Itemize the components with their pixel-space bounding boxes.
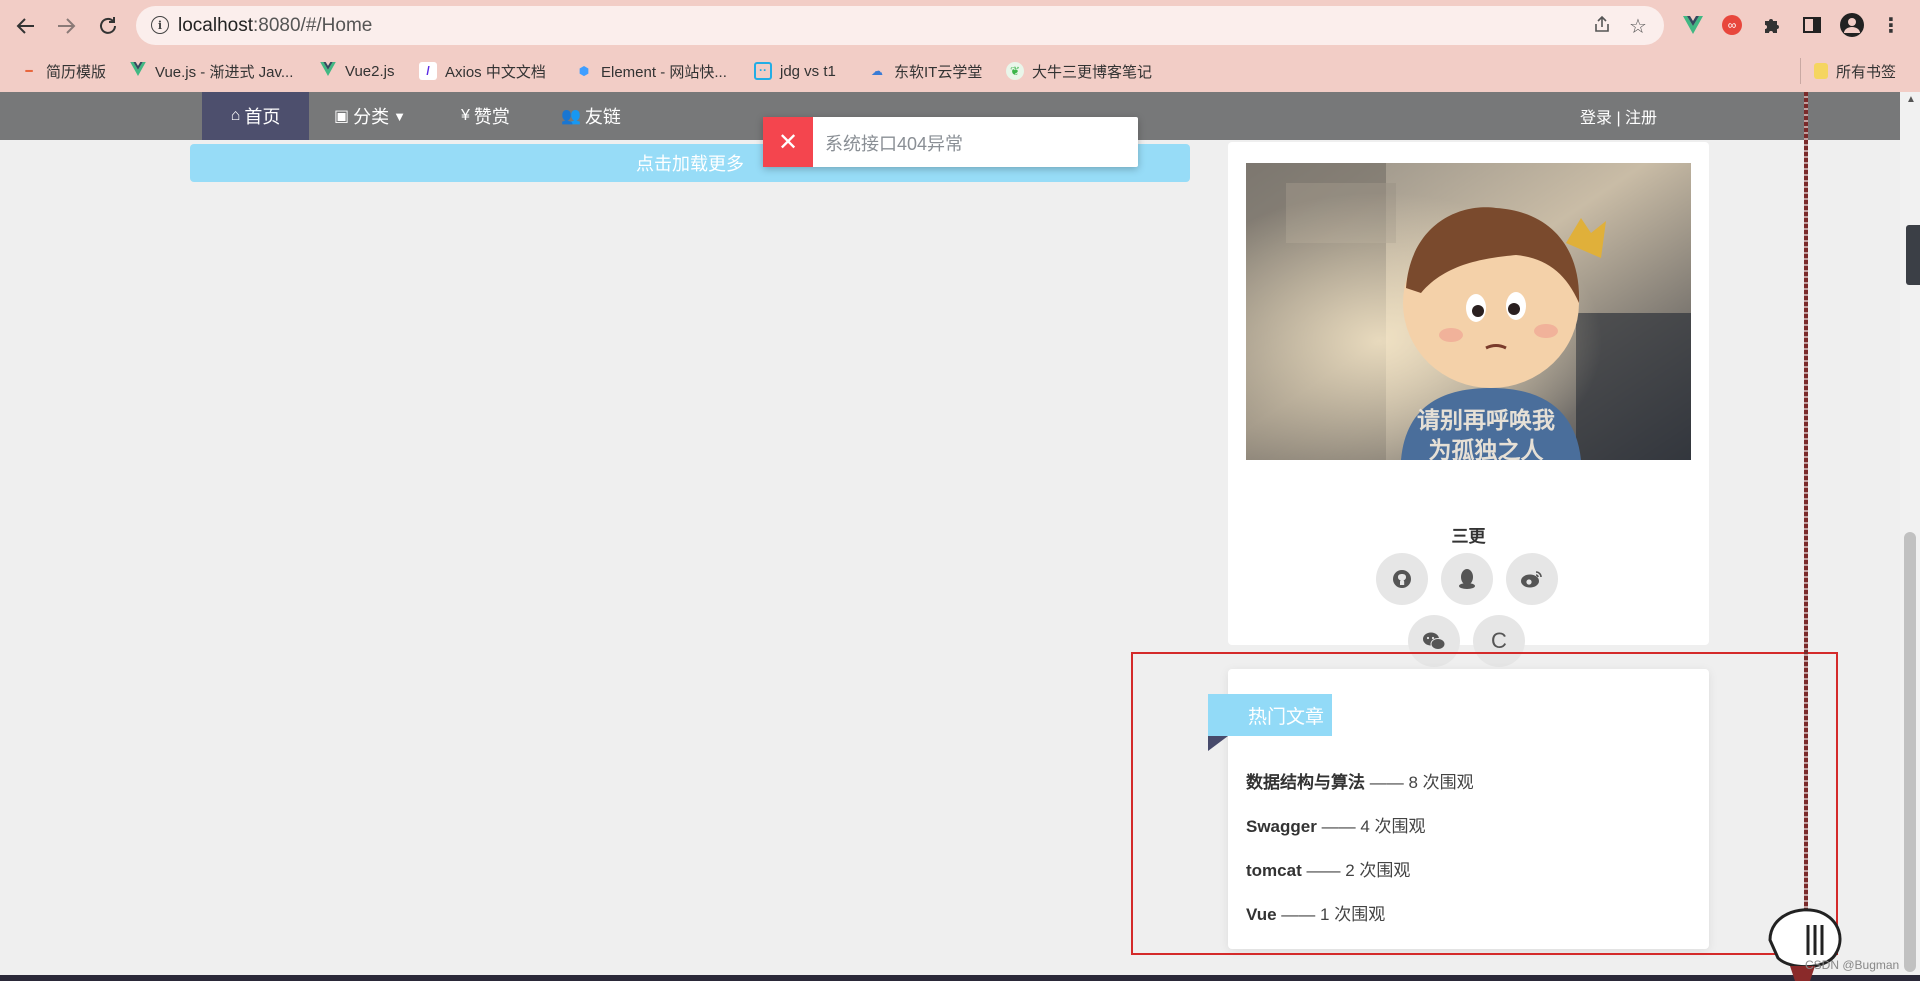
bookmark-item[interactable]: ☁ 东软IT云学堂 bbox=[868, 59, 982, 83]
bookmarks-bar: ━ 简历模版 Vue.js - 渐进式 Jav... Vue2.js / Axios… bbox=[0, 51, 1920, 92]
axios-icon: / bbox=[419, 62, 437, 80]
annotation-highlight-box bbox=[1131, 652, 1838, 955]
browser-toolbar: i localhost:8080/#/Home ☆ ∞ ⋮ bbox=[0, 0, 1920, 51]
bookmark-item[interactable]: / Axios 中文文档 bbox=[419, 59, 546, 83]
users-icon: 👥 bbox=[561, 108, 581, 125]
profile-banner-image: 请别再呼唤我 为孤独之人 bbox=[1246, 163, 1691, 460]
csdn-icon: C bbox=[1491, 628, 1507, 653]
qq-link[interactable] bbox=[1441, 553, 1493, 605]
profile-avatar-icon[interactable] bbox=[1839, 12, 1865, 38]
login-register-link[interactable]: 登录 | 注册 bbox=[1580, 92, 1657, 140]
share-icon[interactable] bbox=[1590, 14, 1614, 40]
profile-card: 请别再呼唤我 为孤独之人 三更 C bbox=[1228, 142, 1709, 667]
site-info-icon[interactable]: i bbox=[151, 16, 169, 34]
reload-button[interactable] bbox=[94, 12, 122, 40]
forward-button[interactable] bbox=[52, 12, 80, 40]
vue-devtools-icon[interactable] bbox=[1680, 12, 1706, 38]
page-viewport: ⌂ 首页 ▣ 分类 ▼ ¥ 赞赏 👥 友链 登录 | 注册 点击加载更多 请别再… bbox=[0, 92, 1920, 981]
author-name: 三更 bbox=[1451, 527, 1486, 546]
leaf-icon: ❦ bbox=[1006, 62, 1024, 80]
all-bookmarks-folder[interactable]: 所有书签 bbox=[1814, 59, 1896, 83]
side-widget-tab[interactable] bbox=[1906, 225, 1920, 285]
puzzle-icon[interactable] bbox=[1759, 12, 1785, 38]
bookmark-star-icon[interactable]: ☆ bbox=[1626, 14, 1650, 39]
caret-down-icon: ▼ bbox=[393, 108, 406, 124]
nav-home[interactable]: ⌂ 首页 bbox=[202, 92, 309, 140]
banner-caption: 请别再呼唤我 为孤独之人 bbox=[1417, 407, 1555, 460]
bookmark-item[interactable]: ·· jdg vs t1 bbox=[754, 59, 836, 83]
bookmarks-divider bbox=[1800, 58, 1801, 84]
yen-icon: ¥ bbox=[461, 107, 470, 124]
arrow-left-icon bbox=[16, 18, 34, 34]
reload-icon bbox=[100, 17, 116, 34]
arrow-right-icon bbox=[58, 18, 76, 34]
home-icon: ⌂ bbox=[230, 107, 241, 124]
archive-icon: ▣ bbox=[334, 108, 350, 125]
bilibili-icon: ·· bbox=[754, 62, 772, 80]
weibo-link[interactable] bbox=[1506, 553, 1558, 605]
nav-category[interactable]: ▣ 分类 ▼ bbox=[334, 92, 406, 140]
folder-icon bbox=[1814, 63, 1828, 79]
weibo-icon bbox=[1521, 571, 1542, 588]
decorative-vertical-line bbox=[1804, 92, 1808, 981]
csdn-watermark: CSDN @Bugman bbox=[1805, 958, 1900, 972]
scrollbar-thumb[interactable] bbox=[1904, 532, 1916, 972]
bookmark-item[interactable]: Vue.js - 渐进式 Jav... bbox=[129, 59, 293, 83]
bookmark-item[interactable]: ━ 简历模版 bbox=[20, 59, 106, 83]
bookmark-item[interactable]: Vue2.js bbox=[319, 59, 394, 83]
back-button[interactable] bbox=[12, 12, 40, 40]
browser-menu-icon[interactable]: ⋮ bbox=[1878, 12, 1904, 38]
vue-icon bbox=[129, 62, 147, 80]
error-toast: ✕ 系统接口404异常 bbox=[763, 117, 1138, 167]
scroll-up-arrow-icon[interactable]: ▲ bbox=[1906, 94, 1916, 105]
nav-reward[interactable]: ¥ 赞赏 bbox=[461, 92, 510, 140]
footer-edge bbox=[0, 975, 1920, 981]
dash-icon: ━ bbox=[25, 64, 33, 78]
toast-message: 系统接口404异常 bbox=[825, 134, 964, 154]
wechat-icon bbox=[1423, 632, 1446, 650]
side-panel-icon[interactable] bbox=[1799, 12, 1825, 38]
infinity-extension-icon[interactable]: ∞ bbox=[1719, 12, 1745, 38]
qq-icon bbox=[1459, 569, 1475, 589]
cloud-icon: ☁ bbox=[871, 64, 883, 78]
bookmark-item[interactable]: ⬢ Element - 网站快... bbox=[575, 59, 727, 83]
element-icon: ⬢ bbox=[578, 64, 590, 78]
address-bar[interactable]: i localhost:8080/#/Home ☆ bbox=[136, 6, 1664, 45]
close-icon[interactable]: ✕ bbox=[763, 117, 813, 167]
github-link[interactable] bbox=[1376, 553, 1428, 605]
vue-icon bbox=[319, 62, 337, 80]
url-text: localhost:8080/#/Home bbox=[178, 15, 373, 36]
github-icon bbox=[1393, 570, 1411, 588]
bookmark-item[interactable]: ❦ 大牛三更博客笔记 bbox=[1006, 59, 1152, 83]
nav-friends[interactable]: 👥 友链 bbox=[561, 92, 621, 140]
